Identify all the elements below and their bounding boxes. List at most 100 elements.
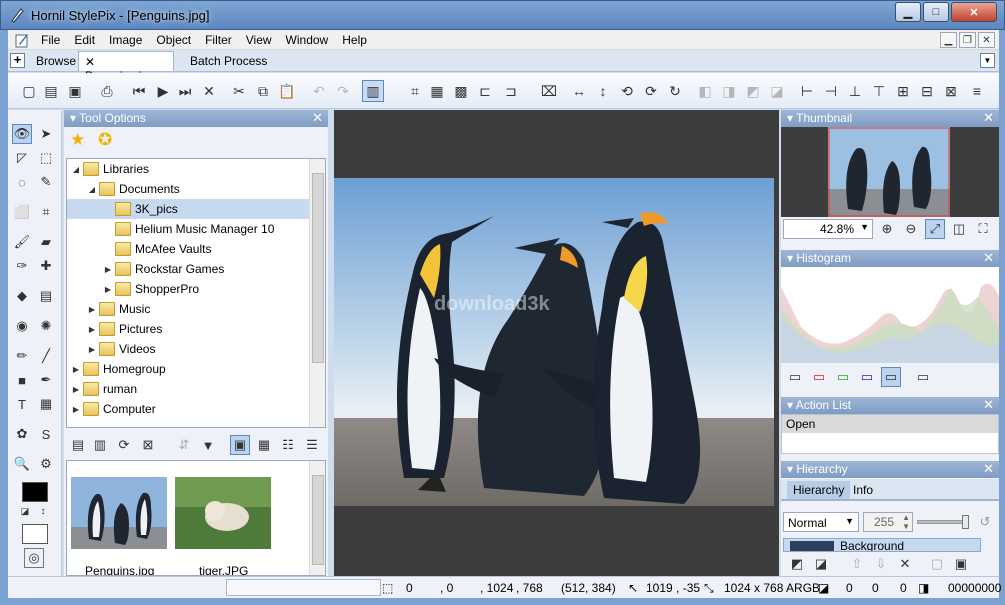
align-right-icon[interactable]: ⊥ xyxy=(846,82,864,100)
object-group-icon[interactable]: ◩ xyxy=(744,82,762,100)
blend-mode-dropdown-icon[interactable]: ▼ xyxy=(845,516,854,526)
crop-icon[interactable]: ⌗ xyxy=(36,202,56,222)
zoom-field[interactable]: 42.8% ▼ xyxy=(783,219,873,239)
zoom-in-icon[interactable]: ⊕ xyxy=(877,219,897,239)
opacity-reset-icon[interactable]: ↺ xyxy=(975,512,995,532)
hierarchy-collapse-icon[interactable]: ▾ xyxy=(787,462,793,476)
tree-item[interactable]: ▶ ShopperPro xyxy=(67,279,311,299)
grid-icon[interactable]: ▦ xyxy=(428,82,446,100)
layer-mask-icon[interactable]: ▢ xyxy=(927,554,947,574)
delete-layer-icon[interactable]: ✕ xyxy=(895,554,915,574)
rectangle-shape-icon[interactable]: ■ xyxy=(12,370,32,390)
swap-colors-icon[interactable]: ↕ xyxy=(36,504,50,518)
menu-edit[interactable]: Edit xyxy=(67,33,102,47)
sort-dropdown-icon[interactable]: ▼ xyxy=(198,435,218,455)
opacity-slider[interactable] xyxy=(917,515,969,529)
tree-item[interactable]: ▶ Music xyxy=(67,299,311,319)
red-eye-icon[interactable]: ◉ xyxy=(12,316,32,336)
new-file-icon[interactable]: ▢ xyxy=(20,82,38,100)
doc-minimize-button[interactable]: ▁ xyxy=(940,32,957,48)
histogram-options-icon[interactable]: ▭ xyxy=(913,367,933,387)
opacity-spinner-icon[interactable]: ▲ ▼ xyxy=(902,513,910,531)
open-folder-icon[interactable]: ▤ xyxy=(42,82,60,100)
tab-info[interactable]: Info xyxy=(851,481,875,499)
paste-icon[interactable]: 📋 xyxy=(278,82,296,100)
align-left-icon[interactable]: ⊢ xyxy=(798,82,816,100)
tool-options-collapse-icon[interactable]: ▾ xyxy=(70,111,76,125)
expand-arrow-down-icon[interactable]: ◢ xyxy=(71,165,81,174)
snap-settings-icon[interactable]: ⊐ xyxy=(502,82,520,100)
action-list-close-icon[interactable]: ✕ xyxy=(983,397,994,413)
tree-item[interactable]: ▶ Rockstar Games xyxy=(67,259,311,279)
select-rect-diagonal-icon[interactable]: ◸ xyxy=(12,148,32,168)
tree-scrollbar[interactable] xyxy=(309,159,325,427)
menu-object[interactable]: Object xyxy=(149,33,198,47)
parent-folder-icon[interactable]: ▥ xyxy=(90,435,110,455)
reset-colors-icon[interactable]: ◪ xyxy=(18,504,32,518)
color-wheel-icon[interactable]: ✿ xyxy=(12,424,32,444)
tab-batch-process[interactable]: Batch Process xyxy=(184,51,273,71)
copy-icon[interactable]: ⧉ xyxy=(254,82,272,100)
fit-window-icon[interactable]: ⤢ xyxy=(925,219,945,239)
expand-arrow-right-icon[interactable]: ▶ xyxy=(87,325,97,334)
pen-path-icon[interactable]: ✒ xyxy=(36,370,56,390)
move-layer-up-icon[interactable]: ⇧ xyxy=(847,554,867,574)
toggle-panels-icon[interactable]: ▥ xyxy=(362,80,384,102)
menu-window[interactable]: Window xyxy=(279,33,336,47)
rotate-custom-icon[interactable]: ↻ xyxy=(666,82,684,100)
tree-item[interactable]: ▶ Videos xyxy=(67,339,311,359)
opacity-slider-handle[interactable] xyxy=(962,515,969,529)
save-icon[interactable]: ▣ xyxy=(66,82,84,100)
play-icon[interactable]: ▶ xyxy=(154,82,172,100)
tree-item[interactable]: ▶ ruman xyxy=(67,379,311,399)
expand-arrow-right-icon[interactable]: ▶ xyxy=(71,365,81,374)
tree-item[interactable]: Helium Music Manager 10 xyxy=(67,219,311,239)
navigator-view[interactable] xyxy=(781,127,999,217)
tree-item[interactable]: 3K_pics xyxy=(67,199,311,219)
view-details-icon[interactable]: ☰ xyxy=(302,435,322,455)
action-list-item[interactable]: Open xyxy=(782,415,998,433)
hierarchy-close-icon[interactable]: ✕ xyxy=(983,461,994,477)
foreground-color-swatch[interactable] xyxy=(22,482,48,502)
delete-icon[interactable]: ⊠ xyxy=(138,435,158,455)
image-canvas[interactable]: download3k xyxy=(334,110,779,576)
expand-arrow-right-icon[interactable]: ▶ xyxy=(71,385,81,394)
rotate-left-icon[interactable]: ⟲ xyxy=(618,82,636,100)
brush-icon[interactable]: 🖌 xyxy=(12,232,32,252)
doc-restore-button[interactable]: ❐ xyxy=(959,32,976,48)
ruler-icon[interactable]: ⌗ xyxy=(406,82,424,100)
actual-size-icon[interactable]: ◫ xyxy=(949,219,969,239)
refresh-icon[interactable]: ⟳ xyxy=(114,435,134,455)
tree-item[interactable]: ◢ Libraries xyxy=(67,159,311,179)
layer-row-background[interactable]: Background xyxy=(783,538,981,552)
channel-green-icon[interactable]: ▭ xyxy=(833,367,853,387)
opacity-field[interactable]: 255 ▲ ▼ xyxy=(863,512,913,532)
style-s-icon[interactable]: S xyxy=(36,424,56,444)
tab-list-dropdown-icon[interactable]: ▼ xyxy=(980,53,995,68)
channel-luminance-icon[interactable]: ▭ xyxy=(785,367,805,387)
new-layer-icon[interactable]: ◩ xyxy=(787,554,807,574)
pencil-icon[interactable]: ✏ xyxy=(12,346,32,366)
penguins-image[interactable]: download3k xyxy=(334,178,774,506)
menu-file[interactable]: File xyxy=(34,33,67,47)
print-icon[interactable]: ⎙ xyxy=(98,82,116,100)
clone-stamp-icon[interactable]: ✑ xyxy=(12,256,32,276)
penguins-thumbnail[interactable] xyxy=(71,477,167,549)
expand-arrow-right-icon[interactable]: ▶ xyxy=(87,305,97,314)
first-image-icon[interactable]: ⏮ xyxy=(130,82,148,100)
distribute-icon[interactable]: ⊠ xyxy=(942,82,960,100)
align-center-icon[interactable]: ⊣ xyxy=(822,82,840,100)
transform-icon[interactable]: ⬜ xyxy=(12,202,32,222)
layer-properties-icon[interactable]: ▣ xyxy=(951,554,971,574)
sort-icon[interactable]: ⇵ xyxy=(174,435,194,455)
rotate-right-icon[interactable]: ⟳ xyxy=(642,82,660,100)
histogram-collapse-icon[interactable]: ▾ xyxy=(787,251,793,265)
sharpen-icon[interactable]: ✺ xyxy=(36,316,56,336)
expand-arrow-right-icon[interactable]: ▶ xyxy=(71,405,81,414)
object-ungroup-icon[interactable]: ◪ xyxy=(768,82,786,100)
channel-rgb-icon[interactable]: ▭ xyxy=(881,367,901,387)
eye-view-icon[interactable]: 👁 xyxy=(12,124,32,144)
view-list-icon[interactable]: ☷ xyxy=(278,435,298,455)
histogram-close-icon[interactable]: ✕ xyxy=(983,250,994,266)
close-button[interactable]: ✕ xyxy=(951,2,997,22)
